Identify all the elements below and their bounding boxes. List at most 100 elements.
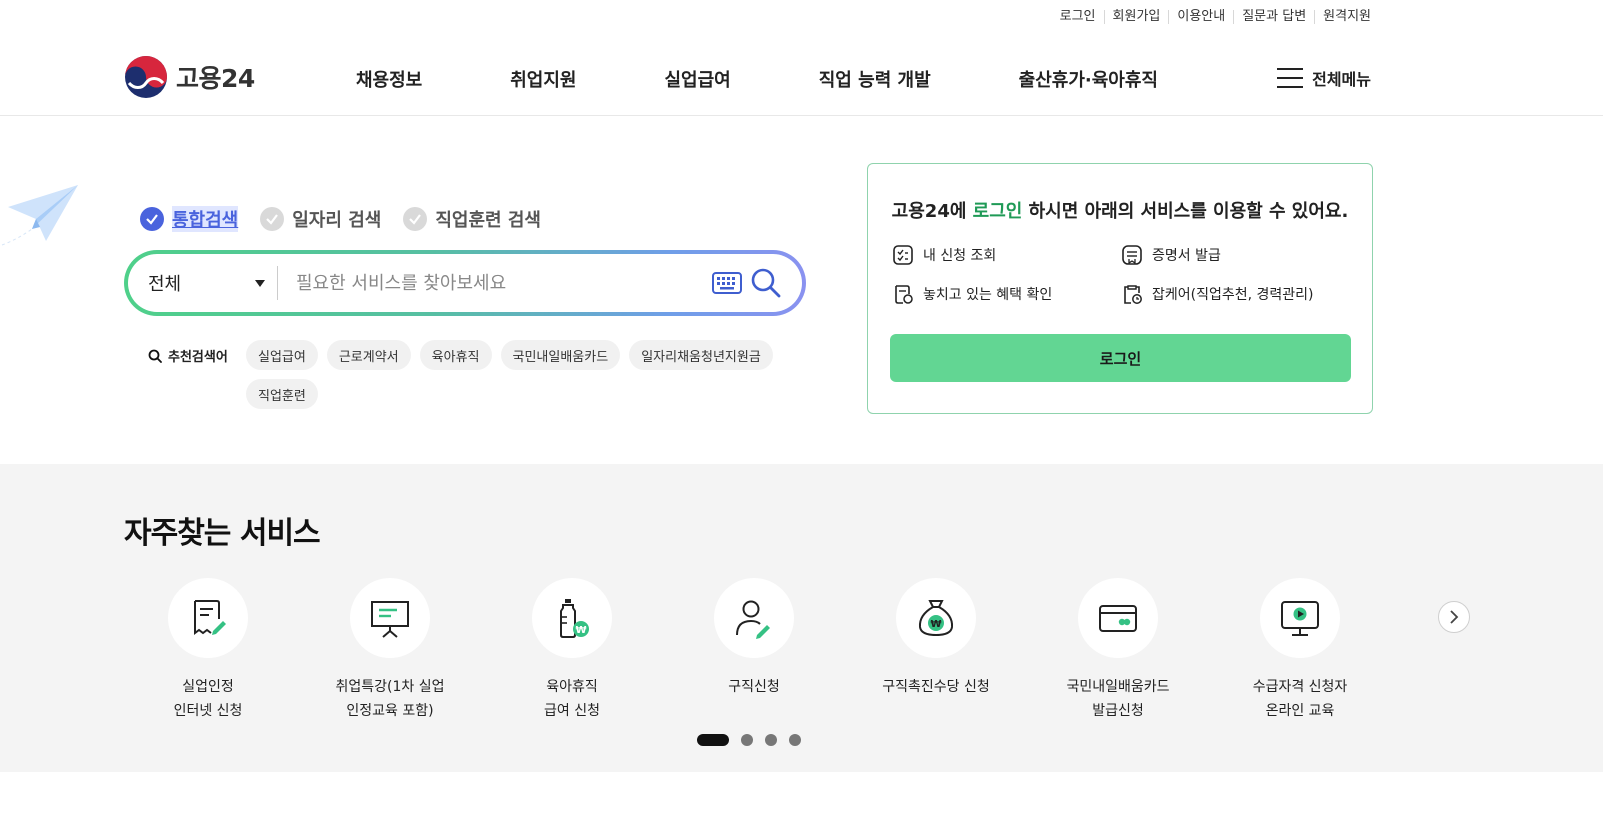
service-job-application[interactable]: 구직신청: [663, 578, 845, 699]
nav-jobs[interactable]: 채용정보: [356, 66, 422, 92]
money-bag-icon: ₩: [918, 600, 954, 637]
frequent-services-title: 자주찾는 서비스: [124, 516, 321, 551]
service-icon-circle: [168, 578, 248, 658]
service-employment-lecture[interactable]: 취업특강(1차 실업 인정교육 포함): [299, 578, 481, 723]
certificate-icon: [1122, 245, 1142, 265]
logo[interactable]: 고용24: [124, 55, 255, 99]
search-inner: 전체: [128, 254, 802, 312]
taegeuk-icon: [125, 56, 167, 98]
keyword-chip[interactable]: 국민내일배움카드: [500, 340, 621, 370]
tab-job-search-label: 일자리 검색: [292, 210, 382, 231]
presentation-board-icon: [371, 601, 409, 638]
tab-integrated-search-label: 통합검색: [172, 206, 239, 232]
missed-benefit-link[interactable]: 놓치고 있는 혜택 확인: [892, 283, 1052, 305]
login-card-title-post: 하시면 아래의 서비스를 이용할 수 있어요.: [1022, 201, 1349, 222]
page-dot-1[interactable]: [697, 734, 729, 746]
keyboard-icon[interactable]: [712, 272, 742, 294]
nav-employment-support[interactable]: 취업지원: [510, 66, 576, 92]
tab-job-search[interactable]: 일자리 검색: [260, 206, 381, 232]
service-icon-circle: [350, 578, 430, 658]
service-label: 수급자격 신청자 온라인 교육: [1252, 679, 1348, 719]
person-pen-icon: [736, 600, 770, 639]
search-category-select[interactable]: 전체: [148, 266, 278, 300]
service-label: 구직촉진수당 신청: [882, 679, 990, 695]
keyword-chip[interactable]: 육아휴직: [419, 340, 492, 370]
keyword-chip[interactable]: 근로계약서: [326, 340, 411, 370]
my-application-link[interactable]: 내 신청 조회: [892, 244, 996, 266]
login-card-title-highlight: 로그인: [972, 201, 1023, 222]
service-label: 실업인정 인터넷 신청: [173, 679, 243, 719]
clipboard-clock-icon: [1124, 285, 1142, 304]
header: 고용24 채용정보 취업지원 실업급여 직업 능력 개발 출산휴가·육아휴직 전…: [0, 38, 1603, 116]
svg-text:₩: ₩: [930, 619, 941, 630]
service-icon-circle: ₩: [896, 578, 976, 658]
service-icon-circle: ₩: [532, 578, 612, 658]
search-tabs: 통합검색 일자리 검색 직업훈련 검색: [140, 206, 563, 232]
nav-parental-leave[interactable]: 출산휴가·육아휴직: [1019, 66, 1158, 92]
util-qna-link[interactable]: 질문과 답변: [1233, 10, 1314, 24]
recommended-label-text: 추천검색어: [168, 350, 228, 365]
login-card-title: 고용24에 로그인 하시면 아래의 서비스를 이용할 수 있어요.: [868, 197, 1372, 223]
search-input[interactable]: [278, 263, 712, 303]
checklist-icon: [893, 245, 913, 265]
hamburger-icon: [1277, 68, 1304, 88]
service-label: 취업특강(1차 실업 인정교육 포함): [335, 679, 445, 719]
carousel-next-button[interactable]: [1438, 601, 1470, 633]
all-menu-button[interactable]: 전체메뉴: [1277, 66, 1371, 90]
service-learning-card[interactable]: 국민내일배움카드 발급신청: [1027, 578, 1209, 723]
util-signup-link[interactable]: 회원가입: [1103, 10, 1169, 24]
service-job-promotion-allowance[interactable]: ₩ 구직촉진수당 신청: [845, 578, 1027, 699]
logo-text: 고용24: [176, 64, 255, 93]
service-label: 구직신청: [728, 679, 780, 695]
keyword-chip[interactable]: 직업훈련: [246, 379, 318, 409]
nav-vocational-training[interactable]: 직업 능력 개발: [819, 66, 931, 92]
benefit-check-icon: [895, 285, 913, 304]
missed-benefit-label: 놓치고 있는 혜택 확인: [923, 287, 1053, 303]
keyword-chips: 실업급여 근로계약서 육아휴직 국민내일배움카드 일자리채움청년지원금 직업훈련: [246, 340, 806, 418]
service-icon-circle: [1078, 578, 1158, 658]
util-login-link[interactable]: 로그인: [1052, 10, 1104, 24]
carousel-pagination: [697, 734, 813, 746]
caret-down-icon: [255, 279, 265, 287]
service-icon-circle: [714, 578, 794, 658]
main-nav: 채용정보 취업지원 실업급여 직업 능력 개발 출산휴가·육아휴직: [356, 66, 1158, 92]
search-icon[interactable]: [750, 267, 782, 299]
utility-bar: 로그인 회원가입 이용안내 질문과 답변 원격지원: [1052, 10, 1371, 24]
tab-training-search[interactable]: 직업훈련 검색: [403, 206, 541, 232]
certificate-label: 증명서 발급: [1152, 248, 1221, 264]
document-pen-icon: [194, 600, 226, 635]
keyword-chip[interactable]: 실업급여: [246, 340, 318, 370]
page-dot-4[interactable]: [789, 734, 801, 746]
certificate-link[interactable]: 증명서 발급: [1121, 244, 1221, 266]
jobcare-label: 잡케어(직업추천, 경력관리): [1152, 287, 1314, 303]
tab-integrated-search[interactable]: 통합검색: [140, 206, 239, 232]
tab-training-search-label: 직업훈련 검색: [435, 210, 541, 231]
login-button[interactable]: 로그인: [890, 334, 1351, 382]
login-card-title-pre: 고용24에: [891, 201, 973, 222]
search-box: 전체: [124, 250, 806, 316]
service-parental-leave-benefit[interactable]: ₩ 육아휴직 급여 신청: [481, 578, 663, 723]
util-guide-link[interactable]: 이용안내: [1168, 10, 1233, 24]
monitor-play-icon: [1281, 601, 1319, 636]
search-small-icon: [148, 349, 162, 363]
keyword-chip[interactable]: 일자리채움청년지원금: [629, 340, 773, 370]
nav-unemployment-benefit[interactable]: 실업급여: [665, 66, 731, 92]
login-card: 고용24에 로그인 하시면 아래의 서비스를 이용할 수 있어요. 내 신청 조…: [867, 163, 1373, 414]
all-menu-label: 전체메뉴: [1312, 70, 1371, 89]
util-remote-link[interactable]: 원격지원: [1314, 10, 1371, 24]
svg-text:₩: ₩: [575, 625, 586, 636]
chevron-right-icon: [1450, 610, 1459, 624]
check-icon: [403, 207, 428, 231]
service-online-education[interactable]: 수급자격 신청자 온라인 교육: [1209, 578, 1391, 723]
service-icon-circle: [1260, 578, 1340, 658]
service-label: 육아휴직 급여 신청: [544, 679, 600, 719]
check-icon: [140, 207, 164, 231]
paper-plane-icon: [1, 185, 78, 246]
jobcare-link[interactable]: 잡케어(직업추천, 경력관리): [1121, 283, 1314, 305]
service-unemployment-recognition[interactable]: 실업인정 인터넷 신청: [117, 578, 299, 723]
page-dot-2[interactable]: [741, 734, 753, 746]
frequent-services: 자주찾는 서비스 실업인정 인터넷 신청 취업특강(1차 실업 인정교육 포함): [0, 464, 1603, 772]
page-dot-3[interactable]: [765, 734, 777, 746]
search-category-value: 전체: [148, 274, 182, 295]
my-application-label: 내 신청 조회: [923, 248, 997, 264]
